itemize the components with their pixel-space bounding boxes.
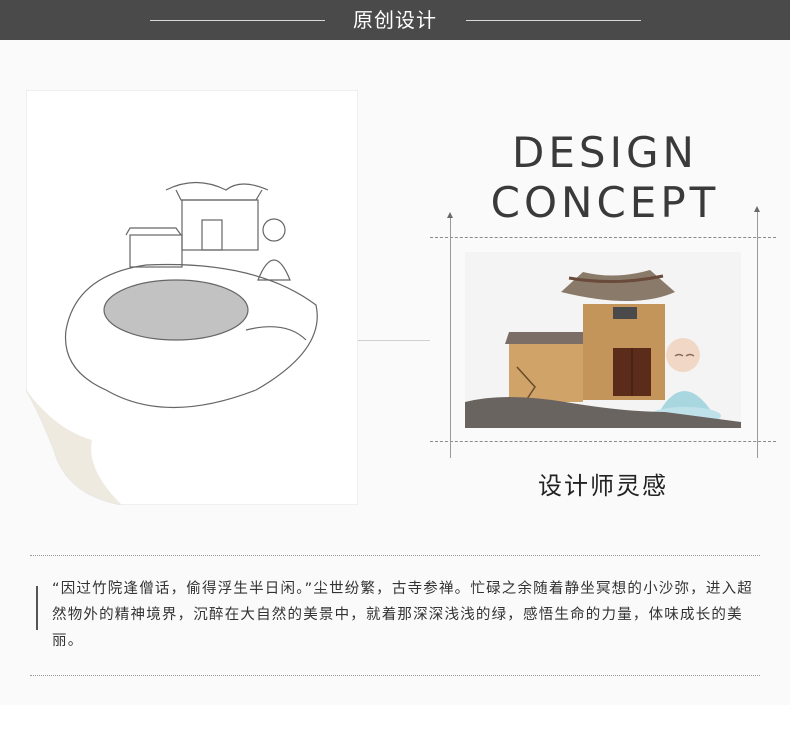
section-title: 原创设计 <box>353 8 437 32</box>
separator-bottom <box>30 675 760 676</box>
sketch-illustration <box>26 90 358 505</box>
arrow-up-icon <box>754 206 760 212</box>
frame-line-bottom <box>430 441 776 442</box>
concept-line-2: CONCEPT <box>490 178 720 227</box>
caption-designer-inspiration: 设计师灵感 <box>538 472 668 500</box>
description-text: “因过竹院逢僧话，偷得浮生半日闲。”尘世纷繁，古寺参禅。忙碌之余随着静坐冥想的小… <box>52 581 753 649</box>
connector-line <box>358 340 430 341</box>
frame-line-right <box>757 212 758 458</box>
separator-top <box>30 555 760 556</box>
frame-line-left <box>450 218 451 458</box>
concept-line-1: DESIGN <box>512 128 698 177</box>
quote-marker <box>36 586 38 630</box>
concept-heading: DESIGN CONCEPT <box>465 128 745 228</box>
arrow-up-icon <box>447 212 453 218</box>
product-photo <box>465 252 741 428</box>
frame-line-top <box>430 237 776 238</box>
